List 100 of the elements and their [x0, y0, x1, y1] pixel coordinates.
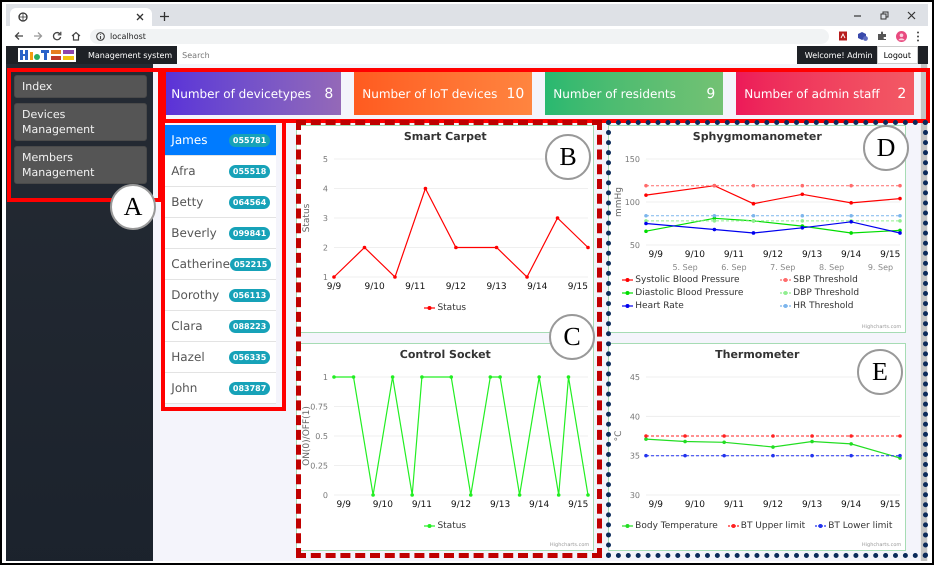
axis-label: 9/11: [412, 500, 432, 510]
point: [495, 246, 499, 250]
legend-item[interactable]: Systolic Blood Pressure: [622, 275, 774, 285]
axis-label: 9/14: [529, 500, 550, 510]
address-bar[interactable]: localhost: [90, 28, 829, 44]
stat-value: 9: [706, 86, 716, 102]
reload-icon[interactable]: [52, 31, 62, 41]
point: [898, 231, 902, 235]
point: [850, 442, 854, 446]
axis-label: 9/14: [527, 282, 548, 292]
resident-item[interactable]: Clara 088223: [163, 311, 276, 342]
resident-item[interactable]: Betty 064564: [163, 187, 276, 218]
search-field[interactable]: Search: [177, 46, 797, 64]
resident-item[interactable]: Afra 055518: [163, 156, 276, 187]
point: [752, 202, 756, 206]
axis-label: 9/9: [648, 500, 664, 510]
legend-item[interactable]: SBP Threshold: [780, 275, 892, 285]
code-badge: 099841: [228, 226, 270, 240]
axis-label: 0: [323, 491, 328, 500]
axis-label: 100: [625, 198, 640, 207]
point: [898, 434, 902, 438]
point: [424, 186, 428, 190]
globe-icon: [18, 12, 28, 22]
axis-title: mmHg: [614, 187, 624, 217]
resident-item[interactable]: Beverly 099841: [163, 218, 276, 249]
legend-item[interactable]: BT Lower limit: [815, 521, 892, 531]
point: [850, 231, 854, 235]
resident-item[interactable]: Hazel 056335: [163, 342, 276, 373]
legend-item[interactable]: HR Threshold: [780, 301, 892, 311]
axis-label: 9/14: [841, 500, 862, 510]
resident-item[interactable]: James 055781: [163, 125, 276, 156]
axis-label: 4: [323, 184, 328, 194]
legend-item[interactable]: Heart Rate: [622, 301, 774, 311]
axis-label: 9. Sep: [868, 263, 894, 272]
home-icon[interactable]: [71, 31, 81, 41]
sidebar-item[interactable]: Members Management: [14, 146, 148, 184]
menu-icon[interactable]: [916, 30, 920, 42]
axis-label: 50: [630, 241, 640, 250]
stat-label: Number of devicetypes: [171, 86, 312, 100]
point: [850, 184, 854, 188]
point: [850, 214, 854, 218]
app-title: Management system: [88, 50, 174, 60]
restore-icon[interactable]: [880, 10, 889, 20]
chart-title: Smart Carpet: [404, 129, 487, 144]
axis-label: 9/15: [880, 500, 901, 510]
chart-title: Sphygmomanometer: [692, 129, 822, 144]
close-icon[interactable]: [136, 13, 144, 21]
sidebar-item[interactable]: Devices Management: [14, 103, 148, 141]
point: [800, 219, 804, 223]
avatar-icon[interactable]: [896, 30, 907, 42]
welcome-text: Welcome! Admin: [804, 50, 874, 60]
code-badge: 083787: [228, 382, 270, 394]
resident-item[interactable]: John 083787: [163, 373, 276, 404]
legend-item[interactable]: Status: [424, 303, 466, 313]
legend-item[interactable]: Body Temperature: [622, 521, 718, 531]
axis-label: 9/14: [841, 250, 862, 260]
extension-icon[interactable]: [857, 31, 868, 41]
legend-item[interactable]: Diastolic Blood Pressure: [622, 288, 774, 298]
sidebar-item[interactable]: Index: [14, 75, 148, 98]
axis-label: 35: [630, 452, 640, 461]
plus-icon[interactable]: [160, 12, 169, 21]
logo-drawing: [18, 48, 76, 62]
axis-label: 9/10: [685, 500, 706, 510]
legend-marker-icon: [780, 290, 792, 296]
code-badge: 055781: [228, 134, 270, 146]
point: [800, 214, 804, 218]
axis-label: 9/12: [763, 500, 784, 510]
browser-tab[interactable]: [10, 8, 152, 26]
axis-label: 150: [625, 155, 640, 164]
axis-label: 9/12: [451, 500, 472, 510]
point: [898, 184, 902, 188]
axis-label: 9/15: [568, 282, 588, 292]
close-icon[interactable]: [907, 10, 916, 20]
legend-marker-icon: [622, 277, 634, 283]
resident-item[interactable]: Catherine 052215: [163, 249, 276, 280]
axis-label: 9/10: [364, 282, 386, 292]
point: [752, 214, 756, 218]
legend-item[interactable]: DBP Threshold: [780, 288, 892, 298]
axis-label: 45: [630, 373, 640, 382]
legend-item[interactable]: BT Upper limit: [728, 521, 806, 531]
legend-marker-icon: [424, 305, 436, 311]
document-icon[interactable]: [838, 31, 848, 41]
axis-label: 9/15: [568, 500, 589, 510]
forward-arrow-icon[interactable]: [33, 31, 43, 41]
legend-item[interactable]: Status: [424, 521, 466, 531]
info-icon: [96, 32, 105, 40]
point: [684, 434, 688, 438]
resident-item[interactable]: Dorothy 056113: [163, 280, 276, 311]
logout-button[interactable]: Logout: [876, 46, 918, 64]
point: [644, 184, 648, 188]
axis-label: 5. Sep: [672, 263, 698, 272]
stat-label: Number of IoT devices: [362, 86, 498, 100]
axis-label: 9/10: [373, 500, 394, 510]
puzzle-icon[interactable]: [877, 31, 887, 41]
back-arrow-icon[interactable]: [14, 31, 24, 41]
axis-label: 2: [323, 244, 328, 252]
code-badge: 056335: [228, 350, 270, 364]
axis-label: 0.25: [310, 462, 328, 470]
legend-marker-icon: [622, 303, 634, 309]
point: [771, 454, 776, 458]
